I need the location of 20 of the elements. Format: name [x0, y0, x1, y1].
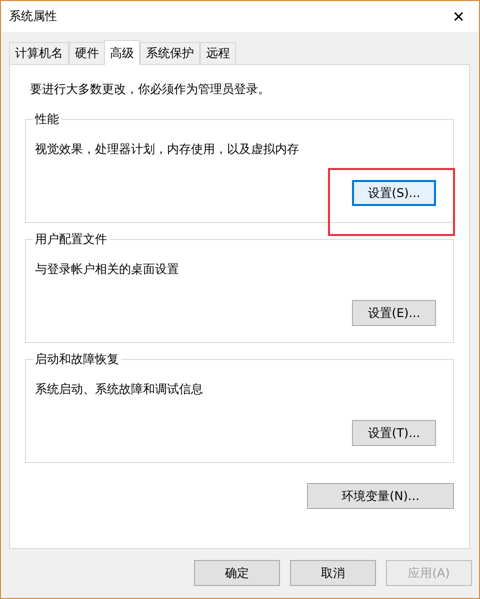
settings-button[interactable]: 设置(S)... — [352, 180, 436, 206]
dialog-button[interactable]: 取消 — [290, 560, 376, 586]
group-title: 启动和故障恢复 — [33, 351, 121, 368]
environment-variables-button[interactable]: 环境变量(N)... — [307, 483, 454, 509]
tab[interactable]: 高级 — [104, 40, 140, 65]
settings-button[interactable]: 设置(T)... — [352, 420, 436, 446]
close-button[interactable]: ✕ — [448, 8, 469, 26]
group-description: 视觉效果，处理器计划，内存使用，以及虚拟内存 — [35, 141, 300, 158]
notice-text: 要进行大多数更改，你必须作为管理员登录。 — [29, 81, 271, 98]
window-title: 系统属性 — [9, 8, 57, 25]
tab[interactable]: 硬件 — [69, 42, 105, 64]
settings-button[interactable]: 设置(E)... — [352, 300, 436, 326]
tab[interactable]: 系统保护 — [140, 42, 200, 64]
tab[interactable]: 计算机名 — [9, 42, 69, 64]
group-title: 性能 — [33, 111, 61, 128]
group-description: 与登录帐户相关的桌面设置 — [35, 261, 180, 278]
group-title: 用户配置文件 — [33, 231, 109, 248]
group-description: 系统启动、系统故障和调试信息 — [35, 381, 204, 398]
dialog-button[interactable]: 确定 — [194, 560, 280, 586]
tab[interactable]: 远程 — [200, 42, 236, 64]
